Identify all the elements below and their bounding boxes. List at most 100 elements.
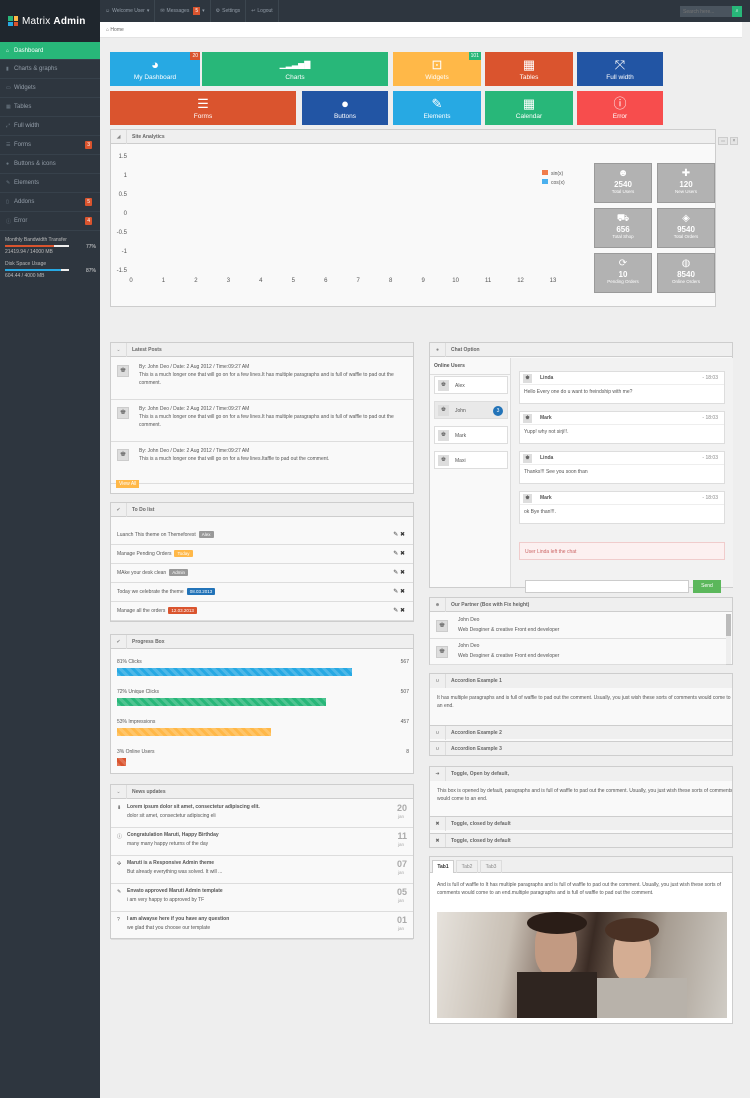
- stat-label: Total Orders: [673, 234, 699, 239]
- news-title[interactable]: Maruti is a Responsive Admin theme: [127, 860, 214, 866]
- accordion-3-header[interactable]: ∪ Accordion Example 3: [430, 741, 732, 755]
- chevron-down-icon[interactable]: ⌄: [111, 342, 127, 357]
- home-icon: ⌂: [6, 47, 10, 54]
- tile-error[interactable]: ⓘ Error: [577, 91, 663, 125]
- tile-label: Calendar: [515, 113, 543, 120]
- chat-user-maxi[interactable]: ♚ Maxi: [434, 451, 508, 469]
- edit-icon[interactable]: ✎: [393, 570, 400, 576]
- chat-message-input[interactable]: [525, 580, 689, 593]
- remove-icon[interactable]: ✖: [400, 532, 405, 538]
- tile-calendar[interactable]: ▦ Calendar: [485, 91, 573, 125]
- sidebar-item-tables[interactable]: ▦ Tables: [0, 98, 100, 117]
- accordion-2-header[interactable]: ∪ Accordion Example 2: [430, 725, 732, 740]
- sidebar-item-buttons-icons[interactable]: ● Buttons & icons: [0, 155, 100, 174]
- remove-icon[interactable]: ✖: [400, 551, 405, 557]
- edit-icon[interactable]: ✎: [393, 551, 400, 557]
- news-title[interactable]: I am alwayse here if you have any questi…: [127, 916, 229, 922]
- remove-icon[interactable]: ✖: [400, 570, 405, 576]
- tile-full-width[interactable]: ⤧ Full width: [577, 52, 663, 86]
- chat-sender: Linda: [540, 455, 554, 461]
- send-button[interactable]: Send: [693, 580, 721, 593]
- x-tick-label: 13: [550, 278, 557, 284]
- toggle-closed-2-header[interactable]: ✖ Toggle, closed by default: [430, 833, 732, 847]
- stat-pending-orders[interactable]: ⟳ 10 Pending Orders: [594, 253, 652, 293]
- toggle-closed-1-header[interactable]: ✖ Toggle, closed by default: [430, 816, 732, 831]
- chevron-down-icon[interactable]: ⌄: [111, 784, 127, 799]
- stat-number: 2540: [614, 180, 632, 189]
- progress-header: ✔ Progress Box: [111, 634, 413, 649]
- settings-link[interactable]: ⚙ Settings: [211, 0, 247, 22]
- tile-buttons[interactable]: ● Buttons: [302, 91, 388, 125]
- toggle-open-header[interactable]: ➜ Toggle, Open by default,: [430, 767, 732, 781]
- logout-link[interactable]: ↩ Logout: [246, 0, 279, 22]
- sidebar-item-widgets[interactable]: ▭ Widgets: [0, 79, 100, 98]
- tile-charts[interactable]: ▁▂▃▅▇ Charts: [202, 52, 388, 86]
- sidebar-stat: Disk Space Usage 604.44 / 4000 MB 87%: [0, 257, 100, 281]
- chat-user-john[interactable]: ♚ John 3: [434, 401, 508, 419]
- news-title[interactable]: Congratulation Maruti, Happy Birthday: [127, 832, 219, 838]
- sidebar-item-addons[interactable]: ▯ Addons 5: [0, 193, 100, 212]
- chat-user-alex[interactable]: ♚ Alex: [434, 376, 508, 394]
- close-icon[interactable]: ×: [730, 137, 738, 145]
- progress-bar: [117, 668, 352, 676]
- avatar: ♚: [438, 380, 449, 391]
- search-button[interactable]: ⌕: [732, 6, 742, 17]
- remove-icon[interactable]: ✖: [400, 608, 405, 614]
- avatar: ♚: [523, 374, 532, 383]
- edit-icon[interactable]: ✎: [393, 589, 400, 595]
- signal-icon: ▮: [6, 66, 9, 72]
- partner-name: John Deo: [458, 643, 480, 649]
- news-title[interactable]: Envato approved Maruti Admin template: [127, 888, 223, 894]
- x-tick-label: 11: [485, 278, 492, 284]
- chat-user-mark[interactable]: ♚ Mark: [434, 426, 508, 444]
- move-icon: ✣: [117, 861, 122, 867]
- stat-total-shop[interactable]: ⛟ 656 Total Shop: [594, 208, 652, 248]
- welcome-user-menu[interactable]: ☺ Welcome User ▾: [100, 0, 156, 22]
- sidebar-stat: Monthly Bandwidth Transfer 21419.94 / 140…: [0, 233, 100, 257]
- edit-icon[interactable]: ✎: [393, 532, 400, 538]
- stat-new-users[interactable]: ✚ 120 New Users: [657, 163, 715, 203]
- magnet-icon: ∪: [430, 674, 446, 688]
- tile-elements[interactable]: ✎ Elements: [393, 91, 481, 125]
- view-all-button[interactable]: View All: [116, 480, 140, 488]
- partner-box: ☻ Our Partner (Box with Fix height) ♚ John…: [429, 597, 733, 665]
- tab-tab1[interactable]: Tab1: [432, 860, 454, 873]
- partner-scrollbar[interactable]: [726, 614, 731, 664]
- chat-time: - 18:03: [702, 375, 718, 381]
- edit-icon[interactable]: ✎: [393, 608, 400, 614]
- post-text: By: John Deo / Date: 2 Aug 2012 / Time:0…: [139, 363, 409, 387]
- sidebar-item-dashboard[interactable]: ⌂ Dashboard: [0, 42, 100, 60]
- remove-icon[interactable]: ✖: [400, 589, 405, 595]
- tile-forms[interactable]: ☰ Forms: [110, 91, 296, 125]
- todo-tag: Today: [174, 550, 193, 557]
- tab-tab3[interactable]: Tab3: [480, 860, 502, 873]
- tile-my-dashboard[interactable]: ◕ My Dashboard 20: [110, 52, 200, 86]
- stat-total-users[interactable]: ☻ 2540 Total Users: [594, 163, 652, 203]
- todo-box: ✔ To Do list Luanch This theme on Themefo…: [110, 502, 414, 622]
- sidebar-item-elements[interactable]: ✎ Elements: [0, 174, 100, 193]
- news-desc: But already everything was solved. It wi…: [127, 869, 223, 875]
- tile-widgets[interactable]: ⊡ Widgets 101: [393, 52, 481, 86]
- site-analytics-box: ◢ Site Analytics 1.5 1 0.5 0 -0.5 -1 -1.5 0 1 2 3 4 5…: [110, 129, 716, 307]
- tile-label: Elements: [423, 113, 451, 120]
- sidebar-item-error[interactable]: ⓘ Error 4: [0, 212, 100, 231]
- accordion-1-header[interactable]: ∪ Accordion Example 1: [430, 674, 732, 688]
- messages-menu[interactable]: ✉ Messages 5 ▾: [155, 0, 211, 22]
- sidebar-item-charts-graphs[interactable]: ▮ Charts & graphs: [0, 60, 100, 79]
- stat-total-orders[interactable]: ◈ 9540 Total Orders: [657, 208, 715, 248]
- tag-icon: ◈: [682, 213, 690, 224]
- y-tick-label: -1: [122, 249, 128, 255]
- search-input[interactable]: [680, 6, 732, 17]
- stat-online-orders[interactable]: ◍ 8540 Online Orders: [657, 253, 715, 293]
- tile-label: Widgets: [425, 74, 449, 81]
- brand-logo[interactable]: Matrix Admin: [0, 0, 100, 42]
- tile-tables[interactable]: ▦ Tables: [485, 52, 573, 86]
- tab-tab2[interactable]: Tab2: [456, 860, 478, 873]
- collapse-icon[interactable]: ▭: [718, 137, 728, 145]
- news-title[interactable]: Lorem ipsum dolor sit amet, consectetur …: [127, 804, 260, 810]
- breadcrumb-home[interactable]: Home: [110, 27, 123, 33]
- todo-text: Today we celebrate the theme: [117, 589, 184, 595]
- sidebar-item-full-width[interactable]: ⤢ Full width: [0, 117, 100, 136]
- progress-value: 8: [406, 749, 409, 755]
- sidebar-item-forms[interactable]: ☰ Forms 3: [0, 136, 100, 155]
